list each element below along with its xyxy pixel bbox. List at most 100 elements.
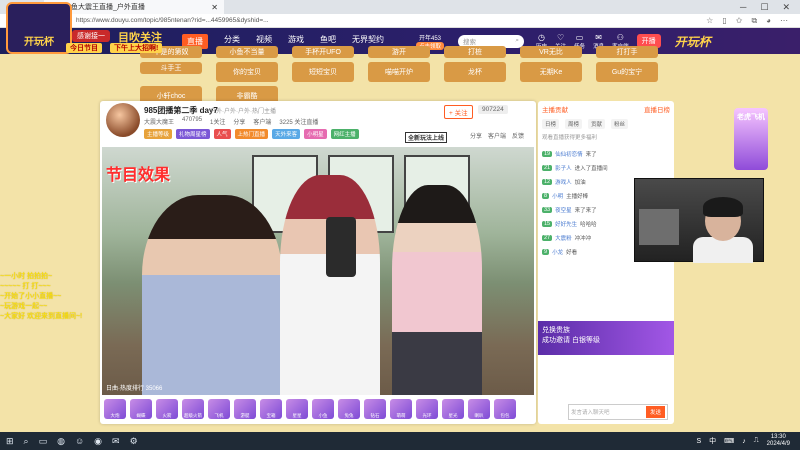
category-button[interactable]: 斗手王 bbox=[140, 62, 202, 74]
right-ad-banner[interactable]: 老虎飞机 bbox=[734, 108, 768, 170]
gift-item[interactable]: 小鱼 bbox=[312, 399, 334, 419]
maximize-button[interactable]: ☐ bbox=[760, 2, 768, 13]
follow-button[interactable]: + 关注 bbox=[444, 105, 473, 119]
camera-app-icon[interactable]: ◉ bbox=[94, 436, 102, 447]
chat-user[interactable]: 好好先生 bbox=[555, 220, 577, 228]
tab-title: 斗鱼大震王直播_户外直播 bbox=[63, 4, 145, 11]
category-button[interactable]: 小鱼不当量 bbox=[216, 46, 278, 58]
volume-icon[interactable]: ♪ bbox=[742, 438, 746, 445]
category-button[interactable]: 手杯开UFO bbox=[292, 46, 354, 58]
subtab[interactable]: 周榜 bbox=[565, 119, 583, 129]
search-icon[interactable]: ⌕ bbox=[24, 436, 29, 447]
category-button[interactable]: 无期Ke bbox=[520, 62, 582, 82]
browser-icon[interactable]: ◍ bbox=[57, 436, 65, 447]
chat-user[interactable]: 夜空星 bbox=[555, 206, 572, 214]
category-button[interactable]: VR无比 bbox=[520, 46, 582, 58]
meta-item[interactable]: 分享 bbox=[233, 117, 245, 126]
tag[interactable]: 人气 bbox=[213, 129, 231, 139]
category-button[interactable]: 龙杯 bbox=[444, 62, 506, 82]
clock[interactable]: 13:30 2024/4/9 bbox=[767, 434, 790, 448]
chat-user[interactable]: 影子人 bbox=[555, 164, 572, 172]
task-icon: ▭ bbox=[575, 32, 584, 42]
network-icon[interactable]: ⎍ bbox=[754, 437, 759, 445]
category-button[interactable]: 打打手 bbox=[596, 46, 658, 58]
tag[interactable]: 天外来客 bbox=[272, 129, 301, 139]
subtab[interactable]: 粉丝 bbox=[611, 119, 629, 129]
report-action[interactable]: 反馈 bbox=[512, 131, 524, 140]
category-button[interactable]: 你的宝贝 bbox=[216, 62, 278, 82]
room-subtitle: 户外·户外·户外·热门主播 bbox=[210, 109, 276, 115]
gift-item[interactable]: 宝箱 bbox=[260, 399, 282, 419]
collections-icon[interactable]: ⧉ bbox=[751, 16, 757, 26]
gift-item[interactable]: 飞机 bbox=[208, 399, 230, 419]
tab-contribution[interactable]: 主播贡献 bbox=[542, 104, 568, 114]
category-button[interactable]: Gu的宝宁 bbox=[596, 62, 658, 82]
url-field[interactable]: https://www.douyu.com/topic/985ntenan?ri… bbox=[76, 17, 700, 24]
anchor-avatar[interactable] bbox=[106, 103, 140, 137]
tag[interactable]: 上热门直播 bbox=[234, 129, 269, 139]
mail-app-icon[interactable]: ✉ bbox=[112, 436, 120, 447]
send-button[interactable]: 发送 bbox=[645, 406, 665, 418]
subtab[interactable]: 日榜 bbox=[542, 119, 560, 129]
chat-user[interactable]: 小明 bbox=[552, 192, 563, 200]
chat-app-icon[interactable]: ☺ bbox=[75, 436, 84, 446]
close-tab-icon[interactable]: ✕ bbox=[211, 3, 218, 12]
minimize-button[interactable]: ─ bbox=[740, 2, 746, 13]
gift-item[interactable]: 蝴蝶 bbox=[130, 399, 152, 419]
gift-item[interactable]: 星光 bbox=[442, 399, 464, 419]
gift-item[interactable]: 火箭 bbox=[156, 399, 178, 419]
share-action[interactable]: 分享 bbox=[470, 131, 482, 140]
chat-user[interactable]: 游戏人 bbox=[555, 178, 572, 186]
meta-item: 1关注 bbox=[210, 120, 226, 126]
category-button[interactable]: 短短宝贝 bbox=[292, 62, 354, 82]
gift-item[interactable]: 光环 bbox=[416, 399, 438, 419]
gift-item[interactable]: 大炮 bbox=[104, 399, 126, 419]
gift-item[interactable]: 钻石 bbox=[364, 399, 386, 419]
chat-user[interactable]: 小龙 bbox=[552, 248, 563, 256]
category-button[interactable]: 游开 bbox=[368, 46, 430, 58]
noble-banner[interactable]: 兑换贵族 成功邀请 白银等级 bbox=[538, 321, 674, 355]
gift-item[interactable]: 星星 bbox=[286, 399, 308, 419]
category-button[interactable]: 喵喵开炉 bbox=[368, 62, 430, 82]
category-button[interactable]: 打桩 bbox=[444, 46, 506, 58]
reading-icon[interactable]: ▯ bbox=[722, 16, 726, 26]
gift-item[interactable]: 萌萌 bbox=[390, 399, 412, 419]
client-action[interactable]: 客户端 bbox=[488, 131, 506, 140]
subtab[interactable]: 贡献 bbox=[588, 119, 606, 129]
gift-item[interactable]: 兔兔 bbox=[338, 399, 360, 419]
tag[interactable]: 小明星 bbox=[304, 129, 327, 139]
chat-user[interactable]: 大震粉 bbox=[555, 234, 572, 242]
gift-item[interactable]: 超级火箭 bbox=[182, 399, 204, 419]
favorites-icon[interactable]: ✩ bbox=[736, 16, 743, 26]
ime-lang-icon[interactable]: 中 bbox=[709, 436, 716, 446]
video-player[interactable]: 节目效果 日曲·热度排行 35066 bbox=[102, 147, 534, 395]
settings-app-icon[interactable]: ⚙ bbox=[130, 436, 138, 447]
fans-count: 907224 bbox=[478, 105, 508, 114]
gift-item[interactable]: 包包 bbox=[494, 399, 516, 419]
ime-s-icon[interactable]: S bbox=[696, 438, 701, 445]
start-icon[interactable]: ⊞ bbox=[6, 436, 14, 447]
gift-item[interactable]: 游艇 bbox=[234, 399, 256, 419]
tag[interactable]: 主播等级 bbox=[144, 129, 173, 139]
profile-icon[interactable]: ◕ bbox=[766, 16, 771, 26]
meta-item[interactable]: 客户端 bbox=[253, 117, 271, 126]
anchor-name[interactable]: 大震大魔王 bbox=[144, 117, 174, 126]
banner-line1: 兑换贵族 bbox=[542, 327, 570, 334]
tag[interactable]: 网红主播 bbox=[330, 129, 359, 139]
taskview-icon[interactable]: ▭ bbox=[39, 436, 48, 447]
chat-text: 进入了直播间 bbox=[574, 166, 608, 172]
chat-text: 来了来了 bbox=[574, 208, 597, 214]
keyboard-icon[interactable]: ⌨ bbox=[724, 437, 734, 445]
tab-daily-rank[interactable]: 直播日榜 bbox=[644, 104, 670, 114]
more-icon[interactable]: ⋯ bbox=[780, 16, 788, 26]
tag[interactable]: 礼物周星榜 bbox=[176, 129, 210, 139]
search-icon[interactable]: ⌕ bbox=[515, 37, 519, 45]
new-feature-badge[interactable]: 全新玩法上线 bbox=[405, 132, 448, 143]
chat-input[interactable]: 发言请入聊天吧 发送 bbox=[568, 404, 668, 420]
close-window-button[interactable]: ✕ bbox=[782, 2, 790, 13]
chat-user[interactable]: 仙仙初恋情 bbox=[555, 150, 583, 158]
star-icon[interactable]: ☆ bbox=[706, 16, 713, 26]
gift-item[interactable]: 喇叭 bbox=[468, 399, 490, 419]
heart-icon: ♡ bbox=[556, 32, 565, 42]
client-icon: ⚇ bbox=[616, 32, 624, 42]
